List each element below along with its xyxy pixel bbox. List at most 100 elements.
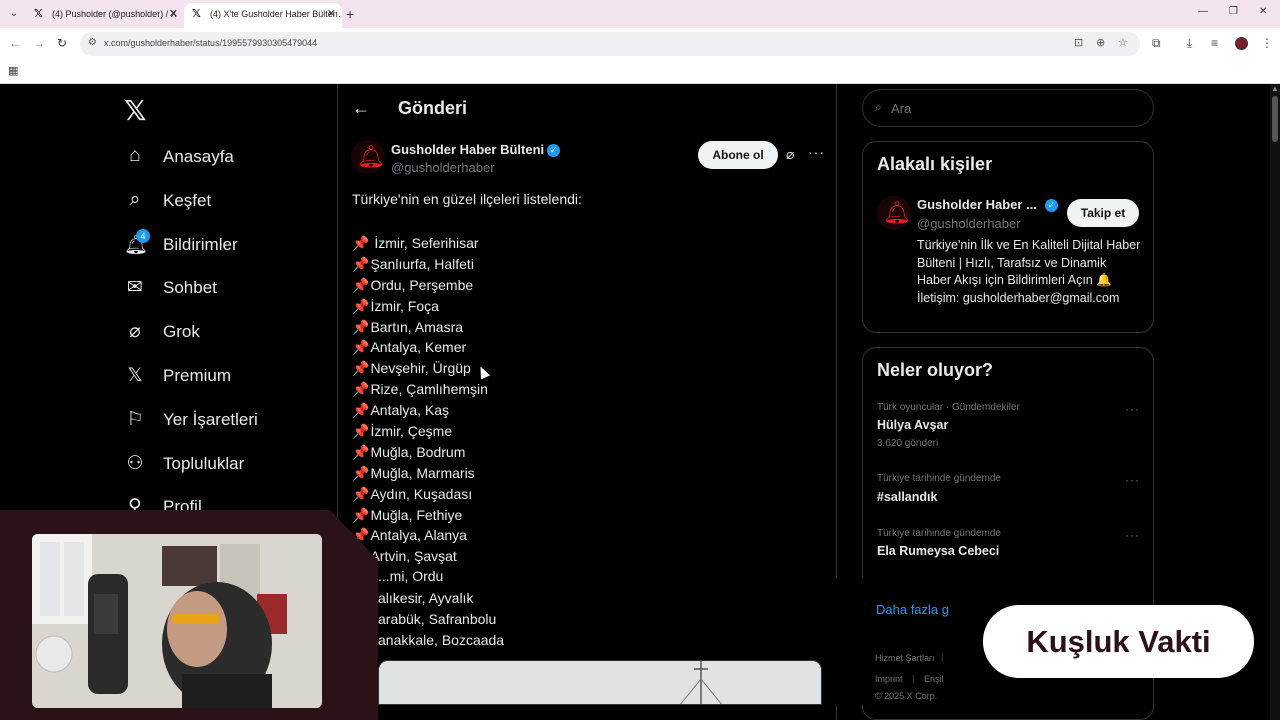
pin-icon: 📌 — [352, 318, 370, 335]
post-author-handle[interactable]: @gusholderhaber — [391, 160, 495, 175]
x-icon: 𝕏 — [127, 365, 143, 386]
sidebar-item-explore[interactable]: ⌕ Keşfet — [124, 187, 324, 217]
list-item-text: Muğla, Marmaris — [370, 464, 475, 481]
install-icon[interactable]: ⊡ — [1074, 36, 1083, 49]
post-image[interactable] — [378, 660, 822, 705]
list-item-text: İzmir, Seferihisar — [370, 235, 479, 251]
grok-icon[interactable]: ⌀ — [786, 146, 794, 163]
related-title: Alakalı kişiler — [877, 154, 993, 174]
pin-icon: 📌 — [352, 381, 370, 398]
pin-icon: 📌 — [352, 423, 370, 440]
footer-access-link[interactable]: Erişil — [924, 674, 944, 684]
browser-tab-active[interactable]: 𝕏 (4) X'te Gusholder Haber Bülten… ✕ — [184, 3, 342, 28]
list-item: 📌Artvin, Şavşat — [352, 546, 652, 567]
related-bio: Türkiye'nin İlk ve En Kaliteli Dijital H… — [917, 238, 1141, 305]
minimize-icon[interactable]: — — [1198, 6, 1208, 17]
close-window-icon[interactable]: ✕ — [1259, 6, 1267, 17]
right-column-continuation — [862, 578, 945, 705]
list-item: 📌 İzmir, Seferihisar — [352, 233, 652, 254]
zoom-icon[interactable]: ⊕ — [1096, 36, 1105, 49]
sidebar-item-notifications[interactable]: 🔔︎ Bildirimler — [124, 231, 324, 261]
sidebar-item-communities[interactable]: ⚇ Topluluklar — [124, 450, 324, 480]
trend-name[interactable]: Hülya Avşar — [877, 418, 948, 432]
related-handle[interactable]: @gusholderhaber — [917, 216, 1021, 231]
related-name[interactable]: Gusholder Haber ... ✓ — [917, 197, 1058, 212]
bell-logo-icon: 🔔︎ — [883, 200, 911, 225]
search-box[interactable]: ⌕ — [862, 89, 1154, 127]
address-bar[interactable]: ⚙ x.com/gusholderhaber/status/1995579930… — [80, 32, 1140, 56]
list-item-text: Nevşehir, Ürgüp — [370, 360, 471, 377]
notification-badge: 4 — [136, 229, 150, 243]
tab-title: (4) Pusholder (@pusholder) / X — [52, 9, 177, 19]
footer-copyright: © 2025 X Corp. — [875, 691, 938, 701]
site-info-icon[interactable]: ⚙ — [88, 37, 97, 48]
more-options-icon[interactable]: ··· — [808, 144, 825, 160]
stream-badge: Kuşluk Vakti — [983, 605, 1254, 678]
forward-icon[interactable]: → — [33, 36, 45, 50]
tab-search-chevron-icon[interactable]: ⌄ — [6, 6, 22, 22]
sidebar-item-home[interactable]: ⌂ Anasayfa — [124, 143, 324, 173]
close-icon[interactable]: ✕ — [327, 3, 336, 25]
apps-grid-icon[interactable]: ▦ — [8, 64, 18, 77]
list-item-text: Aydın, Kuşadası — [370, 485, 473, 502]
verified-badge-icon: ✓ — [547, 144, 561, 157]
x-favicon-icon: 𝕏 — [192, 8, 201, 20]
pin-icon: 📌 — [352, 402, 370, 419]
download-icon[interactable]: ⤓ — [1187, 36, 1192, 51]
trend-name[interactable]: Ela Rumeysa Cebeci — [877, 544, 999, 558]
search-icon: ⌕ — [129, 189, 141, 210]
sidebar-item-grok[interactable]: ⌀ Grok — [124, 318, 324, 348]
show-more-link[interactable]: Daha fazla g — [876, 602, 949, 617]
pin-icon: 📌 — [352, 464, 370, 481]
sidebar-item-label: Sohbet — [163, 278, 217, 297]
related-people-card: Alakalı kişiler 🔔︎ Gusholder Haber ... ✓ … — [862, 141, 1154, 333]
profile-avatar[interactable] — [1235, 37, 1248, 50]
back-arrow-icon[interactable]: ← — [352, 98, 370, 119]
author-name-text: Gusholder Haber Bülteni — [391, 142, 545, 157]
scroll-thumb[interactable] — [1272, 96, 1278, 142]
extensions-icon[interactable]: ⧉ — [1152, 36, 1161, 51]
browser-tab[interactable]: 𝕏 (4) Pusholder (@pusholder) / X ✕ — [26, 3, 184, 28]
follow-button[interactable]: Takip et — [1067, 199, 1139, 227]
url-text[interactable]: x.com/gusholderhaber/status/199557993030… — [104, 38, 317, 48]
scrollbar[interactable]: ▲ — [1270, 84, 1280, 720]
sidebar-item-label: Grok — [163, 322, 200, 341]
more-options-icon[interactable]: ··· — [1125, 402, 1140, 416]
restore-icon[interactable]: ❐ — [1229, 6, 1238, 17]
trend-name[interactable]: #sallandık — [877, 490, 937, 504]
list-item-text: Muğla, Bodrum — [370, 443, 466, 460]
more-options-icon[interactable]: ··· — [1125, 473, 1140, 487]
pin-icon: 📌 — [352, 255, 370, 272]
x-favicon-icon: 𝕏 — [34, 8, 43, 20]
list-item-text: Rize, Çamlıhemşin — [370, 381, 488, 398]
sidebar-item-label: Anasayfa — [163, 147, 234, 166]
post-continuation: ...mi, Ordu alıkesir, Ayvalık arabük, Sa… — [378, 568, 945, 705]
list-item-text: Artvin, Şavşat — [370, 548, 457, 565]
back-icon[interactable]: ← — [9, 36, 21, 50]
footer-imprint-link[interactable]: Imprint — [875, 674, 903, 684]
media-icon[interactable]: ≡ — [1211, 36, 1218, 50]
avatar[interactable]: 🔔︎ — [351, 140, 385, 174]
sidebar-item-chat[interactable]: ✉ Sohbet — [124, 274, 324, 304]
x-logo-icon[interactable]: 𝕏 — [124, 94, 147, 127]
webcam-feed — [32, 534, 322, 708]
close-icon[interactable]: ✕ — [169, 3, 178, 25]
new-tab-icon[interactable]: + — [346, 6, 354, 22]
reload-icon[interactable]: ↻ — [57, 36, 67, 50]
menu-icon[interactable]: ⋮ — [1261, 36, 1273, 50]
sidebar-item-premium[interactable]: 𝕏 Premium — [124, 362, 324, 392]
footer-terms-link[interactable]: Hizmet Şartları — [875, 653, 935, 663]
post-author-name[interactable]: Gusholder Haber Bülteni ✓ — [391, 142, 561, 157]
pin-icon: 📌 — [352, 297, 370, 314]
avatar[interactable]: 🔔︎ — [877, 196, 911, 230]
subscribe-button[interactable]: Abone ol — [698, 141, 778, 169]
search-input[interactable] — [891, 101, 1131, 116]
browser-toolbar: ← → ↻ ⚙ x.com/gusholderhaber/status/1995… — [0, 28, 1280, 60]
scroll-up-icon[interactable]: ▲ — [1271, 84, 1279, 93]
sidebar-item-bookmarks[interactable]: ⚐ Yer İşaretleri — [124, 406, 324, 436]
star-icon[interactable]: ☆ — [1118, 36, 1128, 49]
more-options-icon[interactable]: ··· — [1125, 528, 1140, 542]
list-item-text: Antalya, Kaş — [370, 402, 450, 419]
list-item: 📌İzmir, Çeşme — [352, 421, 652, 442]
pin-icon: 📌 — [352, 485, 370, 502]
